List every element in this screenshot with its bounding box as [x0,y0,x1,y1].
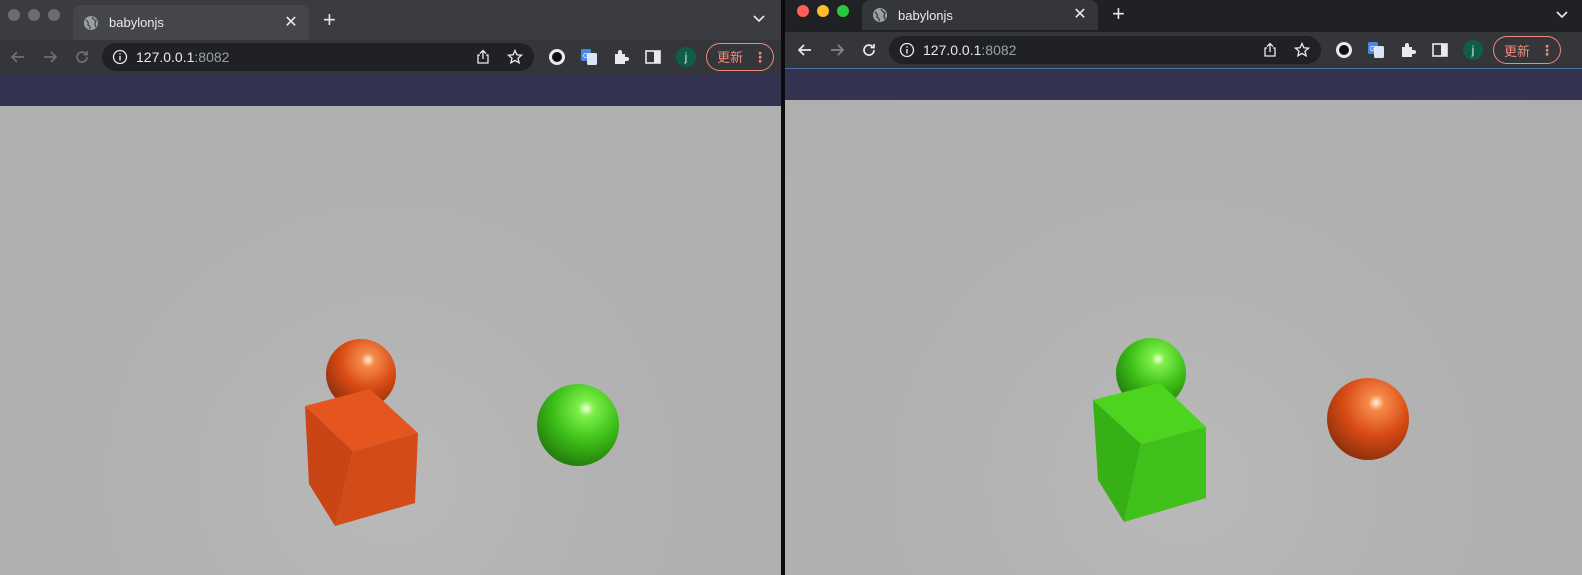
close-tab-icon[interactable]: ✕ [283,14,299,31]
address-bar[interactable]: 127.0.0.1:8082 [102,42,534,71]
side-panel-icon[interactable] [1431,41,1449,59]
translate-extension-icon[interactable]: G [1367,41,1385,59]
side-panel-icon[interactable] [644,48,662,66]
close-window-button[interactable] [797,5,809,17]
url-port: :8082 [194,48,230,65]
svg-text:G: G [1370,46,1375,53]
site-info-icon[interactable] [112,49,128,65]
tab-search-chevron-icon[interactable] [753,12,765,26]
reload-button[interactable] [68,43,96,71]
more-menu-icon[interactable]: ⋮ [753,50,767,64]
url-host: 127.0.0.1 [136,48,195,65]
window-controls [797,5,849,17]
right-sphere [1327,378,1409,460]
globe-icon [872,7,888,23]
site-info-icon[interactable] [899,42,915,58]
address-bar[interactable]: 127.0.0.1:8082 [889,36,1321,64]
scene-svg [1093,338,1409,522]
update-button[interactable]: 更新 ⋮ [706,42,775,71]
close-window-button[interactable] [8,9,20,21]
url-text: 127.0.0.1:8082 [923,42,1247,58]
forward-button[interactable] [36,43,64,71]
window-controls [8,9,60,21]
extensions-area: G j [548,46,696,67]
page-header-bar [785,68,1582,100]
extensions-area: G j [1335,40,1483,60]
record-extension-icon[interactable] [548,48,566,66]
tab-search-chevron-icon[interactable] [1556,8,1568,22]
globe-icon [83,15,99,31]
browser-toolbar: 127.0.0.1:8082 G j 更新 ⋮ [0,40,781,73]
url-port: :8082 [981,42,1017,58]
tab-title: babylonjs [898,7,953,23]
render-canvas[interactable] [0,106,781,575]
tab-babylonjs[interactable]: babylonjs ✕ [862,0,1098,30]
maximize-window-button[interactable] [837,5,849,17]
svg-text:G: G [583,53,588,60]
update-label: 更新 [717,50,744,65]
page-header-bar [0,73,781,106]
extensions-puzzle-icon[interactable] [1399,41,1417,59]
tab-babylonjs[interactable]: babylonjs ✕ [73,5,309,40]
url-host: 127.0.0.1 [923,42,982,58]
render-canvas[interactable] [785,100,1582,575]
reload-button[interactable] [855,36,883,64]
close-tab-icon[interactable]: ✕ [1072,7,1088,23]
record-extension-icon[interactable] [1335,41,1353,59]
bookmark-star-icon[interactable] [1293,41,1311,59]
forward-button[interactable] [823,36,851,64]
tab-strip: babylonjs ✕ + [0,0,781,40]
browser-window-right: babylonjs ✕ + 127.0.0.1:8082 G j 更新 ⋮ [785,0,1582,575]
profile-avatar[interactable]: j [1463,40,1483,60]
update-button[interactable]: 更新 ⋮ [1493,36,1562,64]
cube [1093,383,1206,522]
url-text: 127.0.0.1:8082 [136,49,460,65]
browser-toolbar: 127.0.0.1:8082 G j 更新 ⋮ [785,32,1582,68]
new-tab-button[interactable]: + [1112,3,1125,25]
translate-extension-icon[interactable]: G [580,48,598,66]
extensions-puzzle-icon[interactable] [612,48,630,66]
back-button[interactable] [791,36,819,64]
update-label: 更新 [1504,43,1531,59]
right-sphere [537,384,619,466]
profile-avatar[interactable]: j [676,46,696,67]
new-tab-button[interactable]: + [323,9,336,31]
tab-title: babylonjs [109,15,164,30]
share-icon[interactable] [1261,41,1279,59]
browser-window-left: babylonjs ✕ + 127.0.0.1:8082 G j 更新 ⋮ [0,0,781,575]
cube [305,389,418,526]
minimize-window-button[interactable] [28,9,40,21]
share-icon[interactable] [474,48,492,66]
bookmark-star-icon[interactable] [506,48,524,66]
back-button[interactable] [4,43,32,71]
more-menu-icon[interactable]: ⋮ [1540,43,1554,57]
maximize-window-button[interactable] [48,9,60,21]
scene-svg [305,339,619,526]
minimize-window-button[interactable] [817,5,829,17]
